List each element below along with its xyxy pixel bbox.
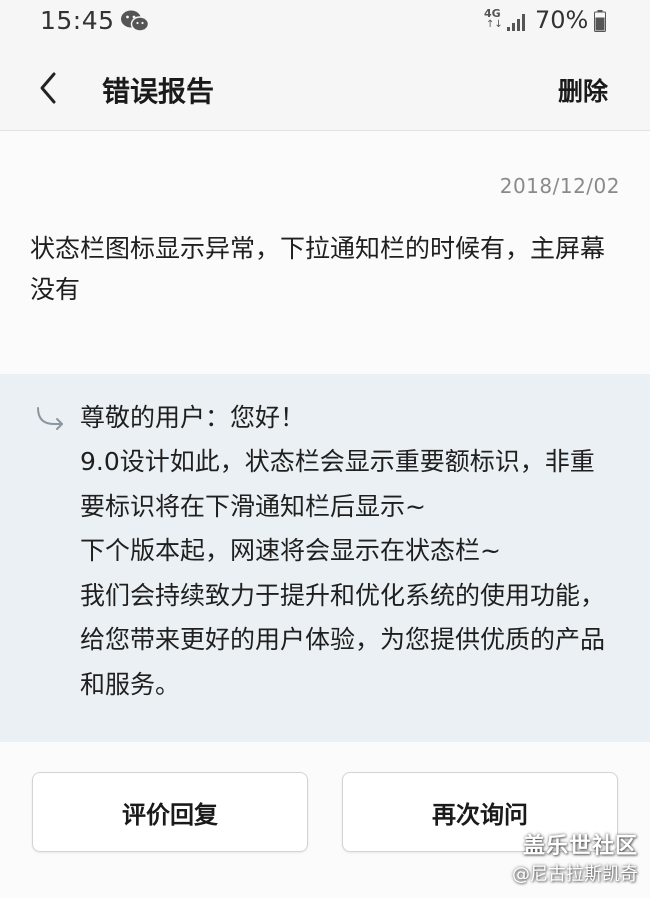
reply-greeting: 尊敬的用户：您好！ bbox=[80, 403, 306, 432]
reply-body: 9.0设计如此，状态栏会显示重要额标识，非重要标识将在下滑通知栏后显示~ 下个版… bbox=[80, 447, 606, 699]
report-date: 2018/12/02 bbox=[499, 174, 620, 198]
reply-arrow-icon bbox=[37, 407, 63, 430]
battery-icon bbox=[594, 10, 606, 32]
rate-reply-button[interactable]: 评价回复 bbox=[32, 772, 308, 852]
status-bar: 15:45 4G ↑↓ 70% bbox=[0, 0, 650, 48]
page-title: 错误报告 bbox=[102, 75, 215, 108]
watermark-author: @尼古拉斯凯奇 bbox=[512, 864, 638, 885]
network-activity-icon: ↑↓ bbox=[486, 19, 503, 30]
signal-icon bbox=[507, 14, 525, 31]
status-time: 15:45 bbox=[40, 6, 115, 35]
battery-percentage: 70% bbox=[535, 6, 589, 34]
report-description: 状态栏图标显示异常，下拉通知栏的时候有，主屏幕没有 bbox=[30, 234, 606, 304]
delete-button[interactable]: 删除 bbox=[558, 72, 608, 108]
chevron-left-icon bbox=[40, 72, 56, 104]
reply-block: 尊敬的用户：您好！ 9.0设计如此，状态栏会显示重要额标识，非重要标识将在下滑通… bbox=[0, 374, 650, 742]
app-bar: 错误报告 删除 bbox=[0, 48, 650, 131]
back-button[interactable] bbox=[30, 66, 70, 110]
watermark-community: 盖乐世社区 bbox=[522, 834, 638, 859]
wechat-icon bbox=[121, 10, 150, 32]
